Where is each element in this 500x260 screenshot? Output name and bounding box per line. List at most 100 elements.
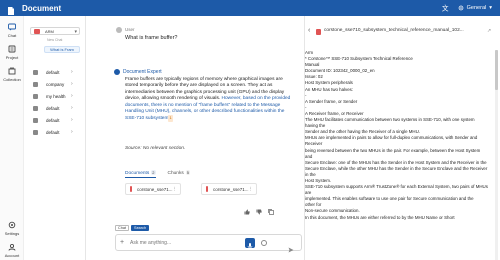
sidebar-item[interactable]: default ›	[24, 67, 86, 77]
rail-chat-label: Chat	[7, 33, 17, 38]
sidebar-item-label: my health	[46, 93, 66, 99]
active-chat-item[interactable]: What is Fram	[44, 46, 80, 53]
workspace-selector[interactable]: General ▾	[458, 5, 492, 11]
mode-search-chip[interactable]: Search	[131, 225, 150, 231]
sidebar-item[interactable]: default ›	[24, 127, 86, 137]
stop-icon[interactable]	[261, 240, 267, 246]
answer-actions	[244, 202, 274, 215]
document-line: The MHU facilitates communication betwee…	[305, 117, 475, 123]
thumbs-down-icon[interactable]	[256, 202, 262, 215]
tab-chunks-count: 5	[185, 170, 190, 175]
rail-account[interactable]: Account	[0, 243, 24, 258]
chat-area: User What is frame buffer? Document Expe…	[86, 16, 304, 260]
left-rail: Chat Project Collection Settings Account	[0, 16, 24, 260]
mode-switch: Chat Search	[115, 225, 150, 231]
chat-sidebar: ARM ▾ New Chat What is Fram default › co…	[24, 16, 86, 260]
document-line: implemented. This enables software to us…	[305, 196, 474, 202]
tab-chunks-label: Chunks	[167, 171, 184, 176]
document-card[interactable]: corstone_sse71... ⋮	[125, 183, 181, 195]
chevron-down-icon: ▾	[489, 5, 492, 11]
document-preview-panel: ‹ corstone_sse710_subsystem_technical_re…	[304, 16, 500, 260]
sidebar-item[interactable]: my health ›	[24, 91, 86, 101]
rail-settings[interactable]: Settings	[0, 221, 24, 236]
folder-icon	[33, 81, 38, 87]
tab-chunks[interactable]: Chunks 5	[167, 170, 190, 178]
document-line: In this document, the MHUs are either re…	[305, 214, 455, 220]
sidebar-item-label: default	[46, 105, 60, 111]
user-avatar-icon	[116, 27, 122, 33]
tab-documents-label: Documents	[125, 171, 150, 176]
folder-icon	[33, 105, 38, 111]
more-icon[interactable]: ⋮	[173, 186, 178, 192]
tab-documents-count: 2	[151, 170, 156, 175]
pdf-icon	[130, 186, 132, 192]
send-icon[interactable]	[288, 240, 294, 253]
new-chat-link[interactable]: New Chat	[47, 38, 62, 42]
citation-badge[interactable]: 1	[168, 115, 173, 122]
scrollbar[interactable]	[495, 50, 498, 260]
mode-chat-chip[interactable]: Chat	[115, 225, 130, 231]
expert-answer: Frame buffers are typically regions of m…	[125, 77, 295, 123]
user-label: User	[125, 27, 135, 32]
chevron-right-icon: ›	[71, 81, 73, 87]
chevron-down-icon: ▾	[74, 29, 77, 35]
scrollbar-thumb[interactable]	[495, 50, 498, 90]
sidebar-item-label: default	[46, 117, 60, 123]
sidebar-item[interactable]: default ›	[24, 103, 86, 113]
collection-selector[interactable]: ARM ▾	[30, 27, 80, 35]
top-bar: Document 文 General ▾	[0, 0, 500, 16]
folder-icon	[33, 93, 38, 99]
tab-documents[interactable]: Documents 2	[125, 170, 156, 178]
microphone-icon	[247, 243, 253, 250]
expert-label: Document Expert	[123, 69, 162, 75]
settings-icon	[458, 5, 463, 11]
account-icon	[8, 243, 16, 251]
rail-project[interactable]: Project	[0, 45, 24, 60]
document-card[interactable]: corstone_sse71... ⋮	[201, 183, 257, 195]
document-preview-header: ‹ corstone_sse710_subsystem_technical_re…	[305, 26, 500, 38]
back-icon[interactable]: ‹	[308, 27, 310, 34]
sidebar-item-label: default	[46, 69, 60, 75]
project-icon	[8, 45, 16, 53]
collection-icon	[8, 67, 16, 75]
chevron-right-icon: ›	[71, 117, 73, 123]
document-card-name: corstone_sse71...	[212, 186, 249, 192]
collection-selector-label: ARM	[45, 28, 54, 34]
pdf-icon	[316, 29, 321, 35]
chevron-right-icon: ›	[71, 69, 73, 75]
rail-account-label: Account	[4, 253, 20, 258]
document-card-name: corstone_sse71...	[136, 186, 173, 192]
more-icon[interactable]: ⋮	[249, 186, 254, 192]
rail-collection[interactable]: Collection	[0, 67, 24, 82]
settings-icon	[8, 221, 16, 229]
document-line: being reversed between the two MHUs in t…	[305, 147, 481, 153]
document-expert-icon	[114, 69, 120, 75]
chat-input[interactable]	[130, 238, 230, 247]
copy-icon[interactable]	[268, 202, 274, 215]
open-external-icon[interactable]: ↗	[487, 28, 491, 34]
document-text: Arm * Corstone™ SSE-710 Subsystem Technic…	[305, 50, 495, 260]
document-logo-icon	[6, 3, 16, 15]
sidebar-item-label: default	[46, 129, 60, 135]
microphone-button[interactable]	[245, 238, 255, 250]
chat-icon	[8, 23, 16, 31]
add-attachment-icon[interactable]: +	[120, 239, 124, 246]
document-filename: corstone_sse710_subsystem_technical_refe…	[324, 28, 464, 33]
pdf-icon	[206, 186, 208, 192]
workspace-label: General	[466, 5, 487, 11]
sidebar-item[interactable]: default ›	[24, 115, 86, 125]
rail-chat[interactable]: Chat	[0, 23, 24, 38]
sidebar-item[interactable]: company ›	[24, 79, 86, 89]
document-line: Secure Enclave: one of the MHUs has the …	[305, 159, 487, 165]
svg-text:文: 文	[441, 4, 448, 13]
document-line: SSE-710 subsystem supports Arm® TrustZon…	[305, 184, 488, 190]
translate-icon[interactable]: 文	[440, 2, 452, 14]
sidebar-item-label: company	[46, 81, 65, 87]
rail-settings-label: Settings	[4, 231, 20, 236]
rail-collection-label: Collection	[3, 77, 21, 82]
rail-project-label: Project	[5, 55, 19, 60]
folder-icon	[33, 129, 38, 135]
thumbs-up-icon[interactable]	[244, 202, 250, 215]
chevron-right-icon: ›	[71, 105, 73, 111]
chevron-right-icon: ›	[71, 93, 73, 99]
